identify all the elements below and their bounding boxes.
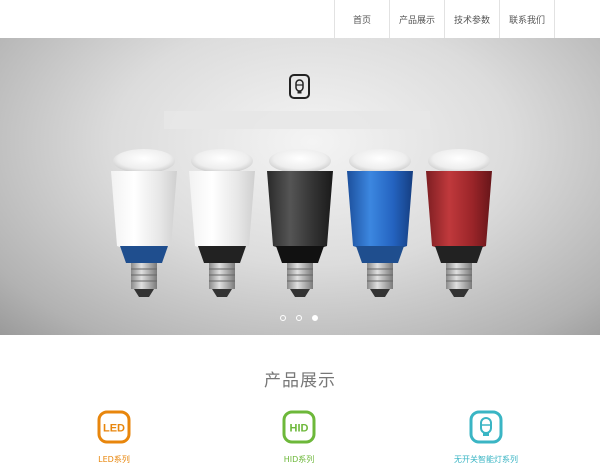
carousel-dot-3[interactable] — [312, 315, 318, 321]
led-badge-icon: LED — [97, 410, 131, 444]
hero-banner — [0, 38, 600, 335]
led-badge-text: LED — [103, 423, 125, 435]
hid-badge-icon: HID — [282, 410, 316, 444]
product-hid-series[interactable]: HID HID系列 — [264, 410, 334, 465]
bulb-blue — [347, 149, 413, 297]
bulb-black — [267, 149, 333, 297]
nav-menu: 首页 产品展示 技术参数 联系我们 — [334, 0, 555, 38]
hid-badge-text: HID — [290, 423, 309, 435]
carousel-dot-1[interactable] — [280, 315, 286, 321]
product-smart-light-series[interactable]: 无开关智能灯系列 — [451, 410, 521, 465]
bulb-red — [426, 149, 492, 297]
product-led-series[interactable]: LED LED系列 — [79, 410, 149, 465]
section-title-products: 产品展示 — [264, 371, 336, 391]
nav-item-tech-specs[interactable]: 技术参数 — [444, 0, 499, 38]
carousel-dots — [280, 315, 318, 321]
nav-item-home[interactable]: 首页 — [334, 0, 389, 38]
bulb-white-1 — [111, 149, 177, 297]
carousel-dot-2[interactable] — [296, 315, 302, 321]
bulb-white-2 — [189, 149, 255, 297]
product-label: 无开关智能灯系列 — [454, 455, 518, 464]
nav-item-contact[interactable]: 联系我们 — [499, 0, 555, 38]
product-label: LED系列 — [98, 455, 130, 464]
top-nav: 首页 产品展示 技术参数 联系我们 — [0, 0, 600, 38]
bulbs-illustration — [111, 149, 492, 297]
nav-item-products[interactable]: 产品展示 — [389, 0, 444, 38]
bulb-badge-icon — [469, 410, 503, 444]
product-label: HID系列 — [283, 455, 315, 464]
